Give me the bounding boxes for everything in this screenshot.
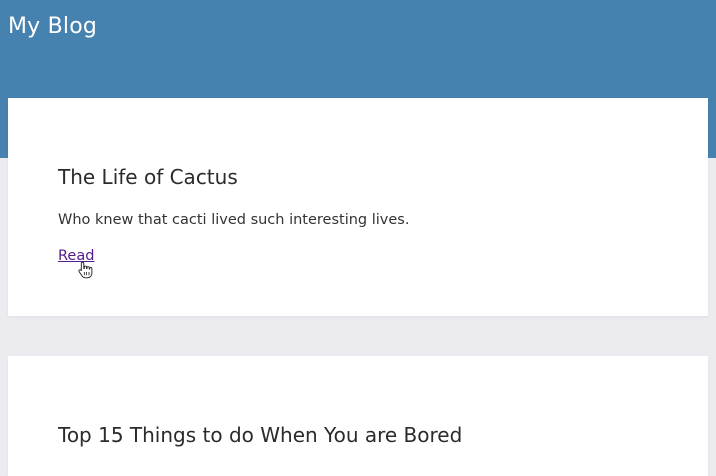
post-card: The Life of Cactus Who knew that cacti l…: [8, 98, 708, 316]
hand-pointer-icon: [78, 261, 93, 279]
post-title: The Life of Cactus: [58, 165, 238, 189]
post-title: Top 15 Things to do When You are Bored: [58, 423, 463, 447]
post-card: Top 15 Things to do When You are Bored: [8, 356, 708, 476]
site-title: My Blog: [8, 14, 98, 39]
post-excerpt: Who knew that cacti lived such interesti…: [58, 212, 410, 228]
